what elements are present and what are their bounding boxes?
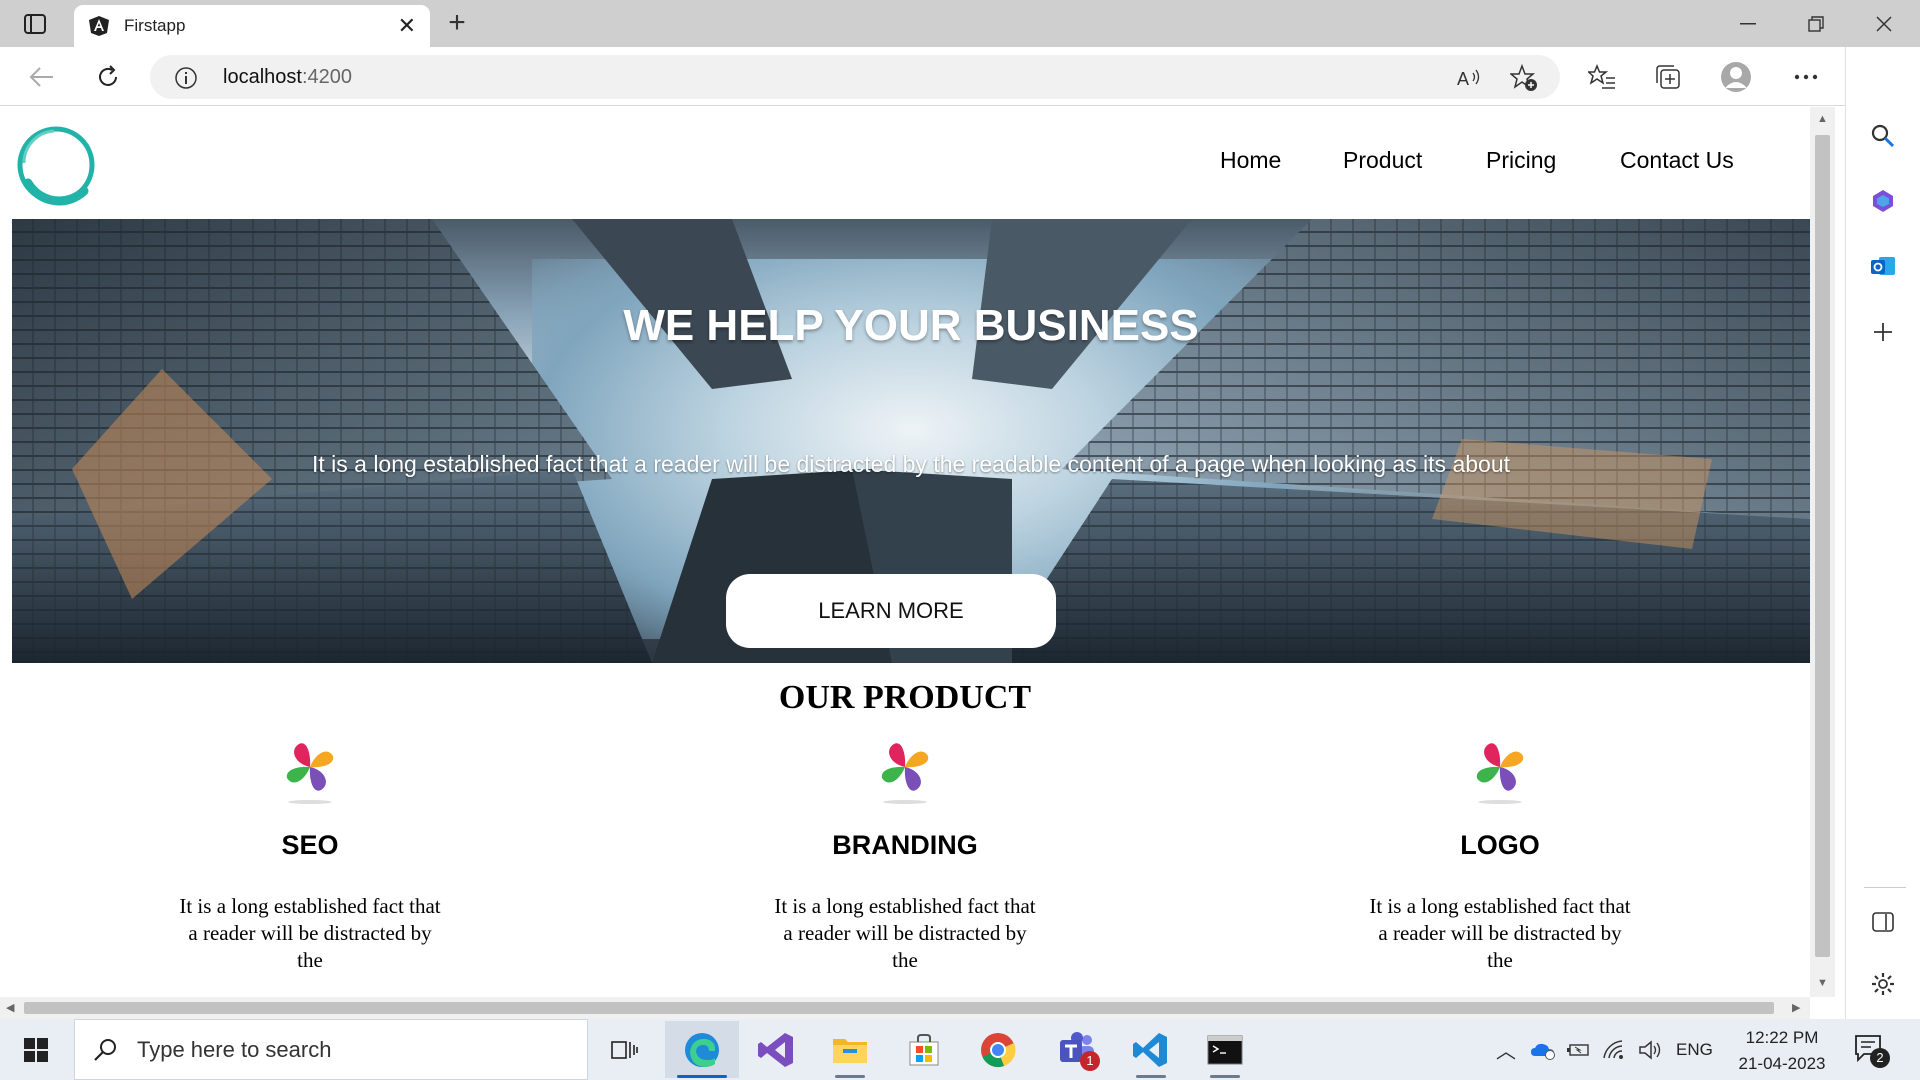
windows-taskbar: Type here to search 1 ︿ ENG 12:22 PM 21-… bbox=[0, 1019, 1920, 1080]
horizontal-scroll-thumb[interactable] bbox=[24, 1002, 1774, 1014]
notification-count-badge: 2 bbox=[1870, 1048, 1890, 1068]
taskbar-search-box[interactable]: Type here to search bbox=[74, 1019, 588, 1080]
more-options-icon[interactable] bbox=[1788, 59, 1824, 95]
product-section-heading: OUR PRODUCT bbox=[778, 679, 1032, 716]
scroll-left-icon[interactable]: ◀ bbox=[6, 1001, 14, 1014]
site-logo-icon[interactable] bbox=[14, 123, 98, 207]
minimize-icon[interactable] bbox=[1714, 0, 1782, 47]
collections-icon[interactable] bbox=[1650, 59, 1686, 95]
taskbar-clock[interactable]: 12:22 PM 21-04-2023 bbox=[1730, 1025, 1834, 1077]
horizontal-scrollbar[interactable]: ◀ ▶ bbox=[0, 997, 1810, 1019]
taskbar-microsoft-store-icon[interactable] bbox=[887, 1021, 961, 1078]
nav-contact-link[interactable]: Contact Us bbox=[1620, 147, 1734, 174]
open-app-indicator bbox=[835, 1075, 865, 1078]
vertical-scroll-thumb[interactable] bbox=[1815, 135, 1830, 957]
nav-home-link[interactable]: Home bbox=[1220, 147, 1281, 174]
sidebar-settings-icon[interactable] bbox=[1864, 965, 1902, 1003]
profile-avatar-icon[interactable] bbox=[1718, 59, 1754, 95]
tab-actions-icon[interactable] bbox=[18, 10, 52, 38]
taskbar-teams-icon[interactable]: 1 bbox=[1040, 1021, 1114, 1078]
read-aloud-icon[interactable]: A bbox=[1455, 64, 1483, 92]
taskbar-edge-icon[interactable] bbox=[665, 1021, 739, 1078]
sidebar-search-icon[interactable] bbox=[1864, 117, 1902, 155]
show-hidden-icons-icon[interactable]: ︿ bbox=[1496, 1035, 1516, 1064]
scroll-up-icon[interactable]: ▲ bbox=[1817, 113, 1828, 125]
browser-tab-bar: Firstapp ✕ + bbox=[0, 0, 1920, 47]
open-app-indicator bbox=[1136, 1075, 1166, 1078]
flower-logo-icon bbox=[286, 743, 334, 804]
language-indicator[interactable]: ENG bbox=[1676, 1040, 1713, 1060]
new-tab-icon[interactable]: + bbox=[440, 6, 474, 40]
teams-notification-badge: 1 bbox=[1080, 1051, 1100, 1071]
svg-text:A: A bbox=[1457, 69, 1469, 89]
refresh-icon[interactable] bbox=[90, 59, 126, 95]
taskbar-search-placeholder: Type here to search bbox=[137, 1036, 332, 1062]
card-title: BRANDING bbox=[832, 830, 978, 860]
address-bar[interactable]: localhost:4200 A bbox=[150, 55, 1560, 99]
nav-pricing-link[interactable]: Pricing bbox=[1486, 147, 1556, 174]
close-window-icon[interactable] bbox=[1850, 0, 1918, 47]
learn-more-button[interactable]: LEARN MORE bbox=[726, 574, 1056, 648]
sidebar-outlook-icon[interactable] bbox=[1864, 247, 1902, 285]
volume-icon[interactable] bbox=[1638, 1039, 1662, 1060]
tab-close-icon[interactable]: ✕ bbox=[398, 15, 416, 37]
sidebar-divider bbox=[1864, 887, 1906, 888]
angular-favicon-icon bbox=[89, 16, 109, 36]
system-tray: ︿ ENG bbox=[1496, 1019, 1713, 1080]
task-view-icon[interactable] bbox=[588, 1021, 662, 1078]
browser-toolbar: localhost:4200 A bbox=[0, 47, 1920, 106]
hero-subtitle: It is a long established fact that a rea… bbox=[311, 451, 1511, 477]
flower-logo-icon bbox=[881, 743, 929, 804]
sidebar-add-icon[interactable] bbox=[1864, 313, 1902, 351]
card-text: It is a long established fact that a rea… bbox=[774, 894, 1036, 972]
restore-icon[interactable] bbox=[1782, 0, 1850, 47]
browser-tab[interactable]: Firstapp ✕ bbox=[74, 5, 430, 47]
site-info-icon[interactable] bbox=[174, 66, 198, 90]
product-card-branding: BRANDING It is a long established fact t… bbox=[705, 732, 1105, 974]
add-favorite-icon[interactable] bbox=[1510, 64, 1538, 92]
taskbar-file-explorer-icon[interactable] bbox=[813, 1021, 887, 1078]
search-icon bbox=[94, 1038, 116, 1061]
nav-product-link[interactable]: Product bbox=[1343, 147, 1422, 174]
tab-title: Firstapp bbox=[124, 16, 186, 35]
card-text: It is a long established fact that a rea… bbox=[1369, 894, 1631, 972]
card-title: SEO bbox=[281, 830, 339, 860]
taskbar-chrome-icon[interactable] bbox=[961, 1021, 1035, 1078]
windows-start-icon[interactable] bbox=[14, 1033, 58, 1067]
taskbar-vscode-icon[interactable] bbox=[1114, 1021, 1188, 1078]
card-title: LOGO bbox=[1460, 830, 1540, 860]
edge-sidebar bbox=[1845, 47, 1920, 1019]
hero-banner: WE HELP YOUR BUSINESS It is a long estab… bbox=[12, 219, 1810, 663]
scroll-right-icon[interactable]: ▶ bbox=[1792, 1001, 1800, 1014]
taskbar-terminal-icon[interactable] bbox=[1188, 1021, 1262, 1078]
wifi-icon[interactable] bbox=[1602, 1039, 1626, 1060]
web-page: Home Product Pricing Contact Us WE HELP … bbox=[0, 107, 1810, 997]
vertical-scrollbar[interactable]: ▲ ▼ bbox=[1810, 107, 1835, 997]
card-text: It is a long established fact that a rea… bbox=[179, 894, 441, 972]
back-icon[interactable] bbox=[24, 59, 60, 95]
battery-icon[interactable] bbox=[1566, 1042, 1590, 1058]
url-text[interactable]: localhost:4200 bbox=[223, 66, 352, 89]
product-card-logo: LOGO It is a long established fact that … bbox=[1300, 732, 1700, 974]
clock-time: 12:22 PM bbox=[1745, 1028, 1819, 1047]
scroll-down-icon[interactable]: ▼ bbox=[1817, 977, 1828, 989]
notification-center-icon[interactable]: 2 bbox=[1854, 1034, 1890, 1069]
onedrive-sync-icon[interactable] bbox=[1530, 1040, 1556, 1060]
taskbar-visual-studio-icon[interactable] bbox=[739, 1021, 813, 1078]
clock-date: 21-04-2023 bbox=[1738, 1054, 1826, 1073]
active-app-indicator bbox=[677, 1075, 727, 1078]
hero-title: WE HELP YOUR BUSINESS bbox=[623, 301, 1199, 350]
sidebar-panel-toggle-icon[interactable] bbox=[1864, 903, 1902, 941]
sidebar-copilot-icon[interactable] bbox=[1864, 182, 1902, 220]
favorites-icon[interactable] bbox=[1584, 59, 1620, 95]
product-card-seo: SEO It is a long established fact that a… bbox=[110, 732, 510, 974]
flower-logo-icon bbox=[1476, 743, 1524, 804]
open-app-indicator bbox=[1210, 1075, 1240, 1078]
